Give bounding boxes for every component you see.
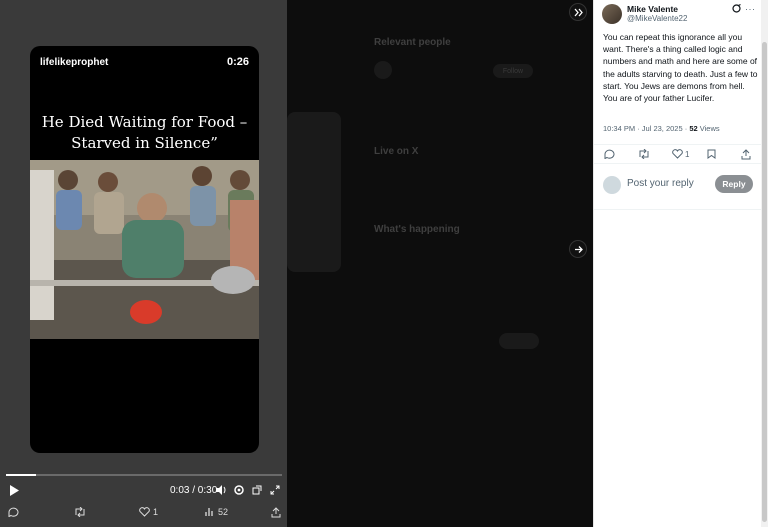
author-handle[interactable]: @MikeValente22: [627, 14, 687, 23]
reply-input[interactable]: Post your reply: [627, 178, 694, 189]
reply-button[interactable]: Reply: [715, 175, 753, 193]
avatar[interactable]: [602, 4, 622, 24]
video-frame-illustration: [30, 160, 259, 339]
collapse-icon: [574, 8, 583, 16]
background-page: Relevant people Follow Live on X What's …: [287, 0, 593, 527]
tweet-action-bar: 1: [594, 144, 762, 164]
retweet-icon[interactable]: [74, 507, 86, 517]
scrollbar[interactable]: [761, 0, 768, 527]
video-progress-fill: [6, 474, 37, 476]
retweet-icon[interactable]: [638, 149, 650, 159]
relevant-people-heading: Relevant people: [374, 37, 451, 48]
views-count: 52: [218, 507, 229, 517]
popout-icon[interactable]: [252, 485, 262, 495]
background-button: [499, 333, 539, 349]
reply-composer: Post your reply Reply: [594, 168, 762, 210]
volume-icon[interactable]: [216, 485, 227, 495]
comment-icon[interactable]: [8, 507, 19, 517]
heart-icon: [672, 149, 683, 159]
views-icon: [205, 507, 215, 517]
next-icon: [574, 245, 583, 253]
share-icon[interactable]: [271, 507, 281, 518]
settings-icon[interactable]: [234, 485, 244, 495]
like-button[interactable]: 1: [139, 507, 158, 517]
views-button[interactable]: 52: [205, 507, 228, 517]
tweet-views-count: 52: [689, 124, 698, 133]
background-media: [287, 112, 341, 272]
author-name[interactable]: Mike Valente: [627, 4, 678, 14]
bookmark-icon[interactable]: [707, 149, 716, 159]
video-caption-line1: He Died Waiting for Food –: [41, 113, 248, 131]
video-caption: He Died Waiting for Food – Starved in Si…: [30, 112, 259, 154]
whats-happening-heading: What's happening: [374, 224, 460, 235]
grok-icon[interactable]: [732, 4, 741, 13]
tweet-detail-panel: Mike Valente @MikeValente22 ··· You can …: [593, 0, 768, 527]
media-viewer: lifelikeprophet 0:26 He Died Waiting for…: [0, 0, 287, 527]
more-icon[interactable]: ···: [745, 4, 756, 14]
background-follow-button: Follow: [493, 64, 533, 78]
tweet-text: You can repeat this ignorance all you wa…: [603, 32, 758, 104]
collapse-panel-button[interactable]: [569, 3, 587, 21]
player-controls: 0:03 / 0:30: [0, 480, 287, 502]
video-caption-line2: Starved in Silence”: [71, 134, 218, 152]
video-frame-image: [30, 160, 259, 339]
video-duration: 0:26: [226, 56, 249, 68]
video-player[interactable]: lifelikeprophet 0:26 He Died Waiting for…: [30, 46, 259, 453]
play-icon[interactable]: [9, 485, 19, 496]
background-avatar: [374, 61, 392, 79]
tweet-views-label: Views: [697, 124, 720, 133]
like-button[interactable]: 1: [672, 149, 689, 159]
video-time: 0:03 / 0:30: [170, 485, 218, 496]
scrollbar-thumb[interactable]: [762, 42, 767, 522]
share-icon[interactable]: [741, 149, 751, 160]
avatar: [603, 176, 621, 194]
next-media-button[interactable]: [569, 240, 587, 258]
like-count: 1: [685, 149, 690, 159]
tweet-meta: 10:34 PM · Jul 23, 2025 · 52 Views: [603, 124, 720, 133]
video-progress-bar[interactable]: [6, 474, 282, 476]
video-username: lifelikeprophet: [40, 57, 109, 68]
fullscreen-icon[interactable]: [270, 485, 280, 495]
like-count: 1: [153, 507, 159, 517]
media-action-bar: 1 52: [0, 503, 287, 525]
live-heading: Live on X: [374, 146, 419, 157]
comment-icon[interactable]: [604, 149, 615, 159]
heart-icon: [139, 507, 150, 517]
tweet-timestamp[interactable]: 10:34 PM · Jul 23, 2025 ·: [603, 124, 689, 133]
